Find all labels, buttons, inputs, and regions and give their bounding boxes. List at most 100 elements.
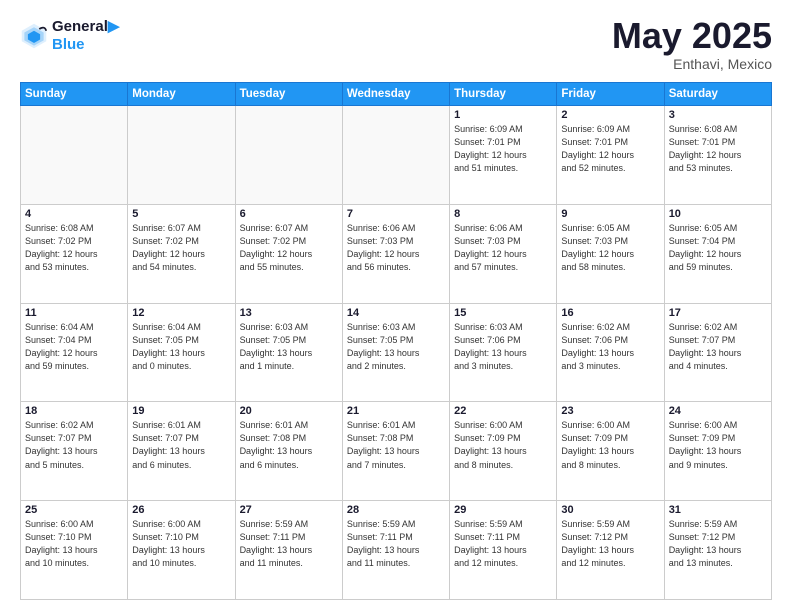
- day-number: 30: [561, 504, 659, 516]
- month-title: May 2025: [612, 18, 772, 54]
- day-info: Sunrise: 6:01 AM Sunset: 7:07 PM Dayligh…: [132, 419, 230, 471]
- calendar-cell: 25Sunrise: 6:00 AM Sunset: 7:10 PM Dayli…: [21, 501, 128, 600]
- weekday-sunday: Sunday: [21, 83, 128, 106]
- day-info: Sunrise: 6:05 AM Sunset: 7:03 PM Dayligh…: [561, 222, 659, 274]
- weekday-wednesday: Wednesday: [342, 83, 449, 106]
- day-info: Sunrise: 6:04 AM Sunset: 7:04 PM Dayligh…: [25, 321, 123, 373]
- calendar-week-5: 25Sunrise: 6:00 AM Sunset: 7:10 PM Dayli…: [21, 501, 772, 600]
- calendar-cell: [21, 106, 128, 205]
- day-info: Sunrise: 6:02 AM Sunset: 7:07 PM Dayligh…: [669, 321, 767, 373]
- day-info: Sunrise: 6:03 AM Sunset: 7:06 PM Dayligh…: [454, 321, 552, 373]
- day-info: Sunrise: 6:00 AM Sunset: 7:09 PM Dayligh…: [454, 419, 552, 471]
- day-number: 15: [454, 307, 552, 319]
- day-info: Sunrise: 6:04 AM Sunset: 7:05 PM Dayligh…: [132, 321, 230, 373]
- logo: General▶ Blue: [20, 18, 119, 54]
- calendar-cell: 7 Sunrise: 6:06 AM Sunset: 7:03 PM Daylig…: [342, 204, 449, 303]
- day-number: 27: [240, 504, 338, 516]
- day-info: Sunrise: 6:08 AM Sunset: 7:01 PM Dayligh…: [669, 123, 767, 175]
- calendar-week-4: 18 Sunrise: 6:02 AM Sunset: 7:07 PM Dayli…: [21, 402, 772, 501]
- calendar-cell: 6Sunrise: 6:07 AM Sunset: 7:02 PM Daylig…: [235, 204, 342, 303]
- calendar-cell: 4 Sunrise: 6:08 AM Sunset: 7:02 PM Daylig…: [21, 204, 128, 303]
- title-block: May 2025 Enthavi, Mexico: [612, 18, 772, 72]
- day-info: Sunrise: 6:02 AM Sunset: 7:07 PM Dayligh…: [25, 419, 123, 471]
- calendar-cell: [128, 106, 235, 205]
- day-number: 18: [25, 405, 123, 417]
- weekday-header-row: SundayMondayTuesdayWednesdayThursdayFrid…: [21, 83, 772, 106]
- day-info: Sunrise: 6:08 AM Sunset: 7:02 PM Dayligh…: [25, 222, 123, 274]
- calendar-cell: 21 Sunrise: 6:01 AM Sunset: 7:08 PM Dayli…: [342, 402, 449, 501]
- day-info: Sunrise: 5:59 AM Sunset: 7:12 PM Dayligh…: [669, 518, 767, 570]
- day-number: 24: [669, 405, 767, 417]
- day-info: Sunrise: 5:59 AM Sunset: 7:12 PM Dayligh…: [561, 518, 659, 570]
- weekday-tuesday: Tuesday: [235, 83, 342, 106]
- day-number: 3: [669, 109, 767, 121]
- day-info: Sunrise: 5:59 AM Sunset: 7:11 PM Dayligh…: [454, 518, 552, 570]
- day-info: Sunrise: 6:03 AM Sunset: 7:05 PM Dayligh…: [347, 321, 445, 373]
- day-number: 19: [132, 405, 230, 417]
- day-number: 4: [25, 208, 123, 220]
- calendar-week-2: 4 Sunrise: 6:08 AM Sunset: 7:02 PM Daylig…: [21, 204, 772, 303]
- calendar-cell: 18 Sunrise: 6:02 AM Sunset: 7:07 PM Dayli…: [21, 402, 128, 501]
- calendar-cell: 13 Sunrise: 6:03 AM Sunset: 7:05 PM Dayli…: [235, 303, 342, 402]
- calendar-cell: 20 Sunrise: 6:01 AM Sunset: 7:08 PM Dayli…: [235, 402, 342, 501]
- calendar-cell: 23 Sunrise: 6:00 AM Sunset: 7:09 PM Dayli…: [557, 402, 664, 501]
- day-info: Sunrise: 6:02 AM Sunset: 7:06 PM Dayligh…: [561, 321, 659, 373]
- calendar-cell: 31 Sunrise: 5:59 AM Sunset: 7:12 PM Dayli…: [664, 501, 771, 600]
- calendar-cell: 3 Sunrise: 6:08 AM Sunset: 7:01 PM Daylig…: [664, 106, 771, 205]
- weekday-monday: Monday: [128, 83, 235, 106]
- calendar-cell: 15 Sunrise: 6:03 AM Sunset: 7:06 PM Dayli…: [450, 303, 557, 402]
- day-number: 13: [240, 307, 338, 319]
- day-number: 17: [669, 307, 767, 319]
- logo-text: General▶ Blue: [52, 18, 119, 54]
- day-info: Sunrise: 6:00 AM Sunset: 7:09 PM Dayligh…: [669, 419, 767, 471]
- logo-icon: [20, 22, 48, 50]
- day-number: 8: [454, 208, 552, 220]
- calendar-cell: 5Sunrise: 6:07 AM Sunset: 7:02 PM Daylig…: [128, 204, 235, 303]
- day-number: 29: [454, 504, 552, 516]
- calendar-cell: 9 Sunrise: 6:05 AM Sunset: 7:03 PM Daylig…: [557, 204, 664, 303]
- calendar-cell: 19 Sunrise: 6:01 AM Sunset: 7:07 PM Dayli…: [128, 402, 235, 501]
- day-info: Sunrise: 6:00 AM Sunset: 7:10 PM Dayligh…: [25, 518, 123, 570]
- weekday-friday: Friday: [557, 83, 664, 106]
- day-number: 31: [669, 504, 767, 516]
- day-info: Sunrise: 6:03 AM Sunset: 7:05 PM Dayligh…: [240, 321, 338, 373]
- day-number: 12: [132, 307, 230, 319]
- day-number: 21: [347, 405, 445, 417]
- day-info: Sunrise: 6:07 AM Sunset: 7:02 PM Dayligh…: [132, 222, 230, 274]
- day-info: Sunrise: 6:06 AM Sunset: 7:03 PM Dayligh…: [347, 222, 445, 274]
- calendar-cell: [235, 106, 342, 205]
- day-number: 7: [347, 208, 445, 220]
- calendar-cell: 26Sunrise: 6:00 AM Sunset: 7:10 PM Dayli…: [128, 501, 235, 600]
- day-number: 11: [25, 307, 123, 319]
- day-number: 14: [347, 307, 445, 319]
- calendar-week-1: 1 Sunrise: 6:09 AM Sunset: 7:01 PM Daylig…: [21, 106, 772, 205]
- calendar-week-3: 11 Sunrise: 6:04 AM Sunset: 7:04 PM Dayli…: [21, 303, 772, 402]
- calendar-table: SundayMondayTuesdayWednesdayThursdayFrid…: [20, 82, 772, 600]
- weekday-saturday: Saturday: [664, 83, 771, 106]
- calendar-cell: 10Sunrise: 6:05 AM Sunset: 7:04 PM Dayli…: [664, 204, 771, 303]
- day-number: 1: [454, 109, 552, 121]
- calendar-cell: 30 Sunrise: 5:59 AM Sunset: 7:12 PM Dayli…: [557, 501, 664, 600]
- calendar-cell: 2 Sunrise: 6:09 AM Sunset: 7:01 PM Daylig…: [557, 106, 664, 205]
- day-number: 10: [669, 208, 767, 220]
- weekday-thursday: Thursday: [450, 83, 557, 106]
- calendar-cell: 12 Sunrise: 6:04 AM Sunset: 7:05 PM Dayli…: [128, 303, 235, 402]
- day-number: 28: [347, 504, 445, 516]
- day-number: 16: [561, 307, 659, 319]
- day-info: Sunrise: 6:00 AM Sunset: 7:09 PM Dayligh…: [561, 419, 659, 471]
- calendar-cell: [342, 106, 449, 205]
- page: General▶ Blue May 2025 Enthavi, Mexico S…: [0, 0, 792, 612]
- calendar-cell: 24 Sunrise: 6:00 AM Sunset: 7:09 PM Dayli…: [664, 402, 771, 501]
- calendar-cell: 11 Sunrise: 6:04 AM Sunset: 7:04 PM Dayli…: [21, 303, 128, 402]
- day-number: 2: [561, 109, 659, 121]
- day-number: 9: [561, 208, 659, 220]
- day-number: 20: [240, 405, 338, 417]
- day-number: 23: [561, 405, 659, 417]
- day-info: Sunrise: 6:01 AM Sunset: 7:08 PM Dayligh…: [347, 419, 445, 471]
- calendar-cell: 28Sunrise: 5:59 AM Sunset: 7:11 PM Dayli…: [342, 501, 449, 600]
- calendar-cell: 17 Sunrise: 6:02 AM Sunset: 7:07 PM Dayli…: [664, 303, 771, 402]
- day-info: Sunrise: 6:09 AM Sunset: 7:01 PM Dayligh…: [561, 123, 659, 175]
- day-info: Sunrise: 6:01 AM Sunset: 7:08 PM Dayligh…: [240, 419, 338, 471]
- calendar-cell: 29 Sunrise: 5:59 AM Sunset: 7:11 PM Dayli…: [450, 501, 557, 600]
- calendar-cell: 8Sunrise: 6:06 AM Sunset: 7:03 PM Daylig…: [450, 204, 557, 303]
